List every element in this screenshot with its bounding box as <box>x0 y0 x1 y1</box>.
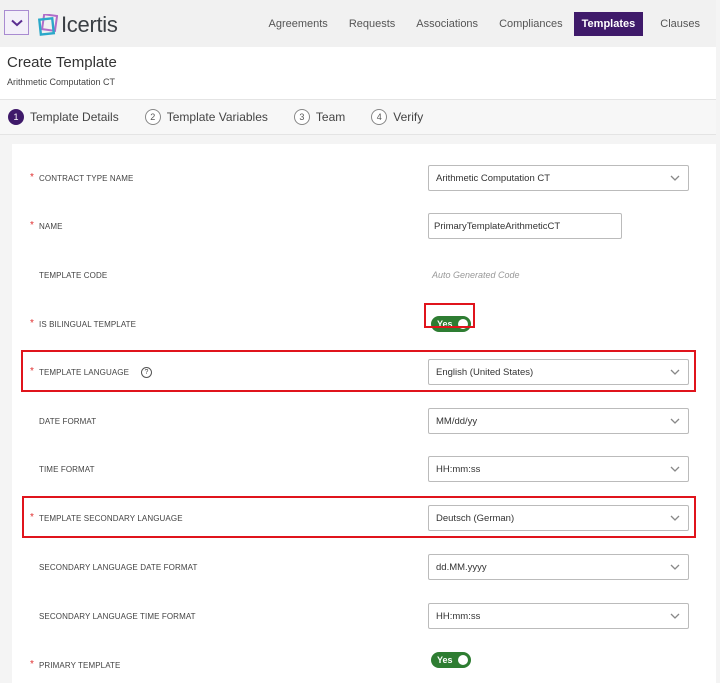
primary-template-toggle[interactable]: Yes <box>431 652 471 668</box>
required-marker: * <box>30 658 34 670</box>
required-marker: * <box>30 365 34 377</box>
name-input[interactable] <box>428 213 622 239</box>
row-primary-template: * PRIMARY TEMPLATE Yes <box>12 648 716 682</box>
page-subtitle: Arithmetic Computation CT <box>7 77 116 87</box>
secondary-date-format-select[interactable]: dd.MM.yyyy <box>428 554 689 580</box>
wizard-stepper: 1 Template Details 2 Template Variables … <box>0 99 716 135</box>
step-number: 3 <box>293 109 310 125</box>
chevron-down-icon <box>670 466 680 472</box>
step-number: 1 <box>8 109 24 125</box>
step-label: Verify <box>393 110 424 124</box>
step-label: Template Variables <box>166 110 268 124</box>
row-template-language: * TEMPLATE LANGUAGE? English (United Stat… <box>12 355 716 389</box>
row-template-code: TEMPLATE CODE Auto Generated Code <box>12 258 716 292</box>
field-label: * IS BILINGUAL TEMPLATE <box>30 317 137 329</box>
icertis-logo[interactable]: Icertis <box>38 12 118 38</box>
row-secondary-time-format: SECONDARY LANGUAGE TIME FORMAT HH:mm:ss <box>12 599 716 633</box>
template-code-value: Auto Generated Code <box>432 270 520 280</box>
row-secondary-language: * TEMPLATE SECONDARY LANGUAGE Deutsch (Ge… <box>12 501 716 535</box>
is-bilingual-toggle[interactable]: Yes <box>431 316 471 332</box>
step-number: 4 <box>371 109 388 125</box>
chevron-down-icon <box>670 369 680 375</box>
field-label: * NAME <box>30 219 63 231</box>
row-is-bilingual: * IS BILINGUAL TEMPLATE Yes <box>12 307 716 341</box>
chevron-down-icon <box>670 418 680 424</box>
required-marker: * <box>30 219 34 231</box>
template-details-form: * CONTRACT TYPE NAME Arithmetic Computati… <box>12 144 716 683</box>
menu-toggle-button[interactable] <box>4 10 29 35</box>
field-label: * TEMPLATE SECONDARY LANGUAGE <box>30 511 183 523</box>
required-marker: * <box>30 317 34 329</box>
chevron-down-icon <box>670 175 680 181</box>
nav-menu: Agreements Requests Associations Complia… <box>256 12 709 36</box>
required-marker: * <box>30 171 34 183</box>
row-contract-type-name: * CONTRACT TYPE NAME Arithmetic Computati… <box>12 161 716 195</box>
field-label: * CONTRACT TYPE NAME <box>30 171 134 183</box>
step-template-details[interactable]: 1 Template Details <box>8 109 119 125</box>
step-label: Template Details <box>30 110 119 124</box>
field-label: SECONDARY LANGUAGE DATE FORMAT <box>39 562 198 572</box>
contract-type-name-select[interactable]: Arithmetic Computation CT <box>428 165 689 191</box>
chevron-down-icon <box>10 19 23 26</box>
toggle-knob <box>458 319 468 329</box>
help-icon[interactable]: ? <box>141 366 153 378</box>
row-time-format: TIME FORMAT HH:mm:ss <box>12 452 716 486</box>
template-language-select[interactable]: English (United States) <box>428 359 689 385</box>
nav-item-compliances[interactable]: Compliances <box>491 12 571 36</box>
required-marker: * <box>30 511 34 523</box>
nav-item-agreements[interactable]: Agreements <box>261 12 336 36</box>
toggle-knob <box>458 655 468 665</box>
field-label: TEMPLATE CODE <box>39 270 108 280</box>
secondary-time-format-select[interactable]: HH:mm:ss <box>428 603 689 629</box>
date-format-select[interactable]: MM/dd/yy <box>428 408 689 434</box>
step-label: Team <box>315 110 346 124</box>
nav-item-associations[interactable]: Associations <box>408 12 486 36</box>
time-format-select[interactable]: HH:mm:ss <box>428 456 689 482</box>
step-template-variables[interactable]: 2 Template Variables <box>144 109 268 125</box>
chevron-down-icon <box>670 564 680 570</box>
field-label: SECONDARY LANGUAGE TIME FORMAT <box>39 611 196 621</box>
row-date-format: DATE FORMAT MM/dd/yy <box>12 404 716 438</box>
page-header: Create Template Arithmetic Computation C… <box>0 47 716 99</box>
nav-item-templates[interactable]: Templates <box>573 12 644 36</box>
field-label: DATE FORMAT <box>39 416 97 426</box>
field-label: * TEMPLATE LANGUAGE? <box>30 355 153 389</box>
top-nav: Icertis Agreements Requests Associations… <box>0 0 716 47</box>
field-label: TIME FORMAT <box>39 464 95 474</box>
logo-icon <box>38 14 58 36</box>
secondary-language-select[interactable]: Deutsch (German) <box>428 505 689 531</box>
chevron-down-icon <box>670 613 680 619</box>
page-title: Create Template <box>7 54 117 71</box>
row-name: * NAME <box>12 209 716 243</box>
nav-item-clauses[interactable]: Clauses <box>652 12 708 36</box>
step-verify[interactable]: 4 Verify <box>371 109 423 125</box>
chevron-down-icon <box>670 515 680 521</box>
field-label: * PRIMARY TEMPLATE <box>30 658 121 670</box>
nav-item-requests[interactable]: Requests <box>341 12 403 36</box>
logo-text: Icertis <box>61 12 118 37</box>
row-secondary-date-format: SECONDARY LANGUAGE DATE FORMAT dd.MM.yyy… <box>12 550 716 584</box>
step-number: 2 <box>144 109 161 125</box>
step-team[interactable]: 3 Team <box>293 109 346 125</box>
